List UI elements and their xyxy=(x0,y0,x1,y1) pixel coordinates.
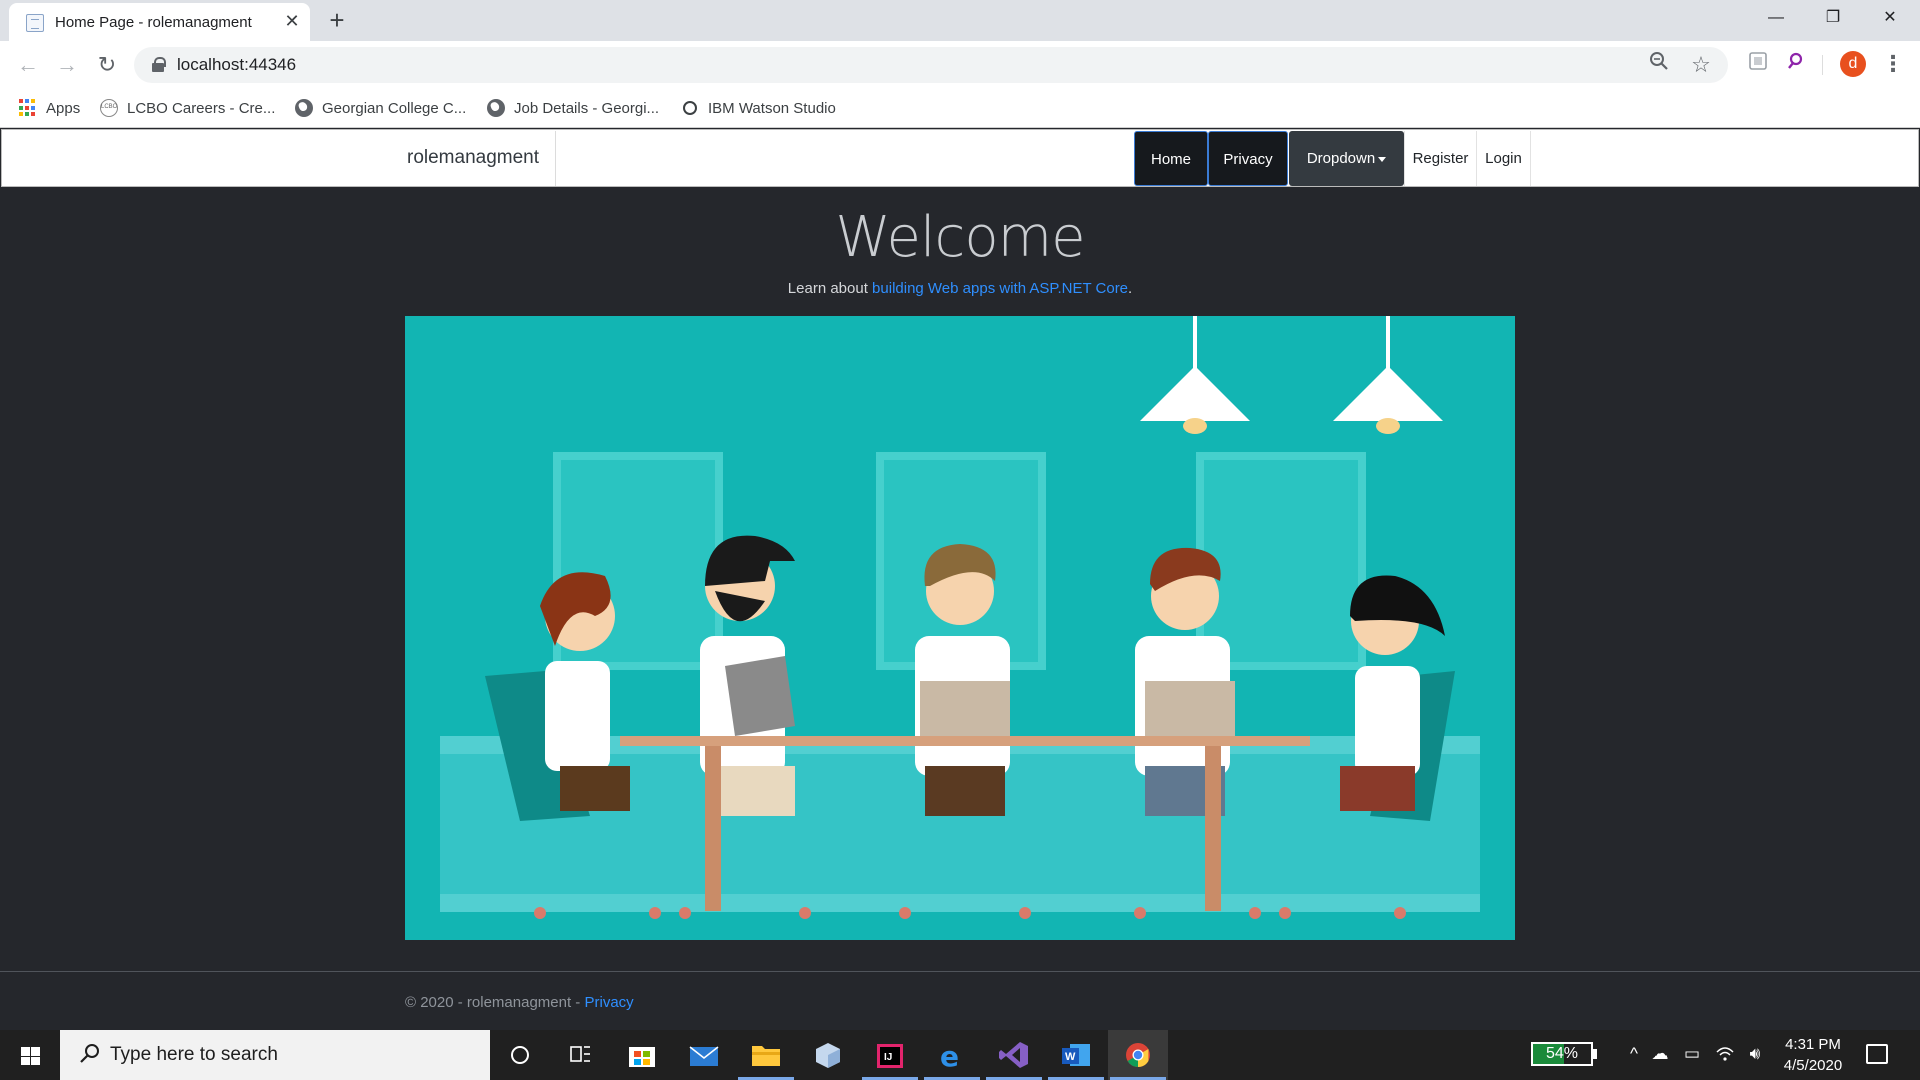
nav-dropdown-label: Dropdown xyxy=(1306,150,1376,167)
page-title: Welcome xyxy=(835,205,1085,270)
lcbo-icon: LCBO xyxy=(100,99,118,117)
bookmark-label: LCBO Careers - Cre... xyxy=(127,99,276,117)
search-placeholder: Type here to search xyxy=(110,1044,278,1065)
extension-icon[interactable] xyxy=(1745,51,1771,77)
aspnet-link[interactable]: building Web apps with ASP.NET Core xyxy=(872,280,1128,297)
bookmark-label: Job Details - Georgi... xyxy=(514,99,660,117)
navbar-divider xyxy=(555,131,556,186)
back-icon[interactable]: ← xyxy=(14,51,42,79)
battery-nub xyxy=(1593,1049,1597,1059)
bookmark-label: Apps xyxy=(46,99,81,117)
clock[interactable]: 4:31 PM 4/5/2020 xyxy=(1775,1034,1851,1076)
visual-studio-icon[interactable] xyxy=(984,1030,1044,1080)
start-button[interactable] xyxy=(0,1030,60,1080)
nav-home[interactable]: Home xyxy=(1134,131,1208,186)
taskbar-search[interactable]: Type here to search xyxy=(60,1030,490,1080)
lock-icon[interactable] xyxy=(152,57,166,72)
word-icon[interactable]: W xyxy=(1046,1030,1106,1080)
learn-text: Learn about building Web apps with ASP.N… xyxy=(0,280,1920,297)
tab-strip: Home Page - rolemanagment ✕ + — ❐ ✕ xyxy=(0,0,1920,41)
nav-privacy[interactable]: Privacy xyxy=(1208,131,1288,186)
minimize-button[interactable]: — xyxy=(1748,0,1804,36)
svg-text:W: W xyxy=(1065,1051,1076,1063)
search-extension-icon[interactable] xyxy=(1784,51,1810,77)
cloud-sync-icon[interactable]: ☁ xyxy=(1649,1044,1671,1064)
clock-time: 4:31 PM xyxy=(1785,1036,1841,1053)
profile-avatar[interactable]: d xyxy=(1840,51,1866,77)
footer: © 2020 - rolemanagment - Privacy xyxy=(405,994,634,1011)
file-explorer-icon[interactable] xyxy=(736,1030,796,1080)
bookmark-label: Georgian College C... xyxy=(322,99,467,117)
watson-icon xyxy=(683,101,697,115)
nav-dropdown[interactable]: Dropdown xyxy=(1289,131,1404,186)
search-icon xyxy=(80,1044,99,1063)
battery-indicator[interactable]: 54% xyxy=(1531,1042,1593,1066)
tab-close-icon[interactable]: ✕ xyxy=(281,10,303,32)
cortana-icon[interactable] xyxy=(490,1030,550,1080)
battery-percent: 54% xyxy=(1545,1045,1579,1062)
bookmark-apps[interactable]: Apps xyxy=(19,97,80,119)
chrome-icon[interactable] xyxy=(1108,1030,1168,1080)
task-view-icon[interactable] xyxy=(550,1030,610,1080)
apps-grid-icon xyxy=(19,99,37,117)
tab-title: Home Page - rolemanagment xyxy=(55,14,252,31)
taskbar: Type here to search IJ e W 54% ^ ☁ ▭ 🔊︎ … xyxy=(0,1030,1920,1080)
action-center-icon[interactable] xyxy=(1866,1044,1888,1064)
browser-toolbar: ← → ↻ localhost:44346 ☆ d ⋮ xyxy=(0,41,1920,88)
clock-date: 4/5/2020 xyxy=(1783,1057,1843,1074)
globe-icon xyxy=(487,99,505,117)
forward-icon[interactable]: → xyxy=(53,51,81,79)
new-tab-button[interactable]: + xyxy=(322,6,352,36)
nav-login[interactable]: Login xyxy=(1476,131,1531,186)
svg-text:e: e xyxy=(940,1040,959,1073)
edge-icon[interactable]: e xyxy=(922,1030,982,1080)
zoom-icon[interactable] xyxy=(1645,51,1673,79)
bookmark-lcbo[interactable]: LCBO LCBO Careers - Cre... xyxy=(100,97,275,119)
team-meeting-illustration xyxy=(405,316,1515,940)
caret-down-icon xyxy=(1378,156,1387,162)
mail-icon[interactable] xyxy=(674,1030,734,1080)
browser-menu-icon[interactable]: ⋮ xyxy=(1880,51,1906,77)
bookmarks-bar: Apps LCBO LCBO Careers - Cre... Georgian… xyxy=(0,88,1920,128)
box-icon[interactable] xyxy=(798,1030,858,1080)
nav-register[interactable]: Register xyxy=(1404,131,1477,186)
reload-icon[interactable]: ↻ xyxy=(93,51,121,79)
footer-copyright: © 2020 - rolemanagment - xyxy=(405,994,585,1011)
globe-icon xyxy=(295,99,313,117)
learn-prefix: Learn about xyxy=(787,280,873,297)
store-icon[interactable] xyxy=(612,1030,672,1080)
bookmark-ibm-watson[interactable]: IBM Watson Studio xyxy=(681,97,836,119)
learn-suffix: . xyxy=(1128,280,1133,297)
page-favicon-icon xyxy=(26,14,44,32)
windows-logo-icon xyxy=(21,1047,40,1065)
url-text[interactable]: localhost:44346 xyxy=(177,55,296,75)
address-bar[interactable]: localhost:44346 ☆ xyxy=(134,47,1728,83)
volume-icon[interactable]: 🔊︎ xyxy=(1744,1044,1766,1064)
battery-tray-icon[interactable]: ▭ xyxy=(1681,1044,1703,1064)
intellij-icon[interactable]: IJ xyxy=(860,1030,920,1080)
toolbar-divider xyxy=(1822,55,1823,75)
footer-divider xyxy=(0,971,1920,972)
bookmark-georgian-college[interactable]: Georgian College C... xyxy=(295,97,466,119)
bookmark-label: IBM Watson Studio xyxy=(708,99,836,117)
restore-button[interactable]: ❐ xyxy=(1805,0,1861,36)
browser-tab[interactable]: Home Page - rolemanagment ✕ xyxy=(9,3,310,41)
site-brand[interactable]: rolemanagment xyxy=(407,147,539,169)
wifi-icon[interactable] xyxy=(1714,1044,1736,1067)
bookmark-star-icon[interactable]: ☆ xyxy=(1687,51,1715,79)
close-window-button[interactable]: ✕ xyxy=(1862,0,1918,36)
svg-text:IJ: IJ xyxy=(884,1052,892,1063)
bookmark-job-details[interactable]: Job Details - Georgi... xyxy=(487,97,659,119)
site-navbar: rolemanagment Home Privacy Dropdown Regi… xyxy=(1,129,1919,187)
footer-privacy-link[interactable]: Privacy xyxy=(584,994,633,1011)
show-hidden-icons-chevron-icon[interactable]: ^ xyxy=(1623,1044,1645,1064)
